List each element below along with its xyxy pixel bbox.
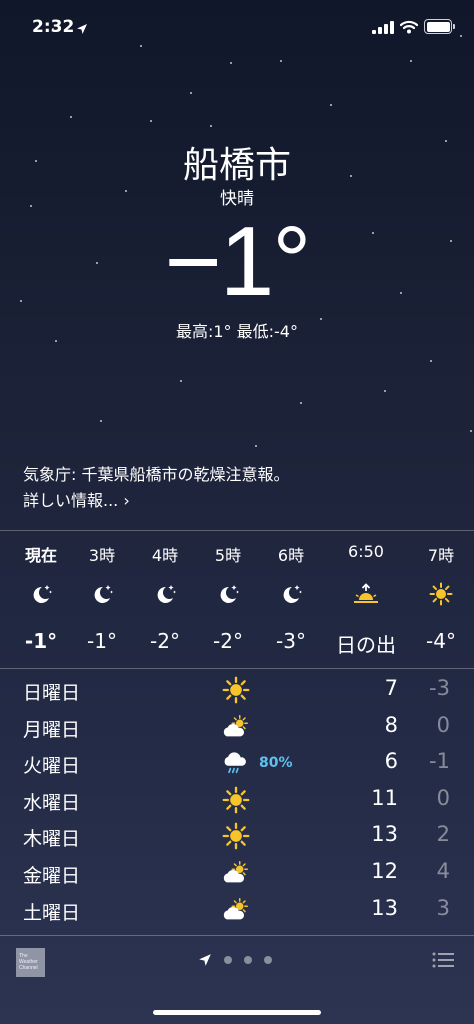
day-high: 12: [371, 859, 398, 883]
day-name: 土曜日: [23, 901, 81, 924]
hour-temperature: -1°: [87, 629, 117, 653]
sun-icon: [429, 582, 453, 606]
precip-chance: 80%: [259, 755, 293, 772]
page-dot[interactable]: [224, 956, 232, 964]
partly-cloudy-icon: [222, 896, 252, 924]
day-high: 7: [384, 676, 398, 700]
day-low: -3: [429, 676, 450, 700]
divider: [0, 668, 474, 669]
day-low: 2: [436, 822, 450, 847]
hour-temperature: -2°: [150, 629, 180, 653]
daily-row: 土曜日 13 3: [0, 892, 474, 928]
day-high: 13: [371, 895, 398, 920]
hour-temperature: -2°: [213, 629, 243, 653]
status-bar: 2:32: [0, 0, 474, 54]
battery-icon: [424, 19, 455, 34]
home-indicator[interactable]: [153, 1010, 321, 1015]
day-name: 水曜日: [23, 791, 81, 814]
hour-label: 4時: [151, 546, 179, 565]
bottom-toolbar: The Weather Channel: [0, 936, 474, 1024]
partly-cloudy-icon: [222, 859, 252, 887]
city-list-icon[interactable]: [432, 951, 454, 973]
weather-alert[interactable]: 気象庁: 千葉県船橋市の乾燥注意報。 詳しい情報... ›: [23, 462, 289, 514]
day-high: 11: [371, 785, 398, 810]
alert-text: 気象庁: 千葉県船橋市の乾燥注意報。: [23, 465, 290, 484]
hour-label: 5時: [214, 546, 242, 565]
daily-row: 日曜日 7 -3: [0, 672, 474, 708]
day-name: 日曜日: [23, 682, 81, 704]
moon-stars-icon: [153, 582, 177, 606]
hour-label: 6:50: [348, 542, 384, 561]
day-low: 3: [436, 895, 450, 920]
hour-temperature: 日の出: [336, 633, 396, 657]
sun-icon: [222, 676, 252, 704]
alert-more-link[interactable]: 詳しい情報... ›: [23, 488, 289, 514]
rain-icon: [222, 749, 252, 777]
cellular-signal-icon: [372, 21, 394, 34]
high-low-temperature: 最高:1° 最低:-4°: [175, 322, 298, 341]
status-time: 2:32: [32, 17, 75, 37]
daily-row: 金曜日 12 4: [0, 855, 474, 891]
day-high: 8: [384, 712, 398, 737]
hour-temperature: -4°: [426, 629, 456, 653]
sun-icon: [222, 822, 252, 850]
day-name: 金曜日: [23, 865, 81, 887]
day-high: 13: [371, 822, 398, 847]
daily-row: 水曜日 11 0: [0, 782, 474, 818]
moon-stars-icon: [29, 582, 53, 606]
day-name: 火曜日: [23, 755, 81, 778]
day-low: 4: [436, 859, 450, 883]
hour-label: 6時: [277, 546, 305, 565]
day-low: 0: [436, 712, 450, 737]
partly-cloudy-icon: [222, 713, 252, 741]
daily-row: 火曜日 80% 6 -1: [0, 745, 474, 781]
hour-label: 3時: [88, 546, 116, 565]
weather-channel-logo[interactable]: The Weather Channel: [16, 948, 45, 977]
day-low: 0: [436, 785, 450, 810]
day-name: 木曜日: [23, 828, 81, 851]
hourly-forecast[interactable]: 現在 -1° 3時 -1° 4時 -2° 5時 -2° 6時 -3° 6:50 …: [0, 532, 474, 668]
page-dot[interactable]: [244, 956, 252, 964]
day-high: 6: [384, 749, 398, 774]
moon-stars-icon: [279, 582, 303, 606]
current-temperature: −1°: [164, 206, 312, 316]
hour-temperature: -3°: [276, 629, 306, 653]
hour-temperature: -1°: [24, 629, 58, 653]
day-name: 月曜日: [23, 718, 81, 741]
current-location-page-icon[interactable]: [198, 952, 212, 971]
daily-row: 木曜日 13 2: [0, 818, 474, 854]
sunrise-icon: [351, 582, 378, 606]
page-dot[interactable]: [264, 956, 272, 964]
hour-label: 7時: [427, 546, 455, 565]
moon-stars-icon: [216, 582, 240, 606]
day-low: -1: [429, 749, 450, 774]
sun-icon: [222, 786, 252, 814]
daily-row: 月曜日 8 0: [0, 709, 474, 745]
location-arrow-icon: [76, 20, 88, 39]
wifi-icon: [399, 19, 419, 38]
moon-stars-icon: [90, 582, 114, 606]
city-name: 船橋市: [182, 145, 291, 186]
hour-label: 現在: [24, 546, 57, 565]
divider: [0, 530, 474, 531]
